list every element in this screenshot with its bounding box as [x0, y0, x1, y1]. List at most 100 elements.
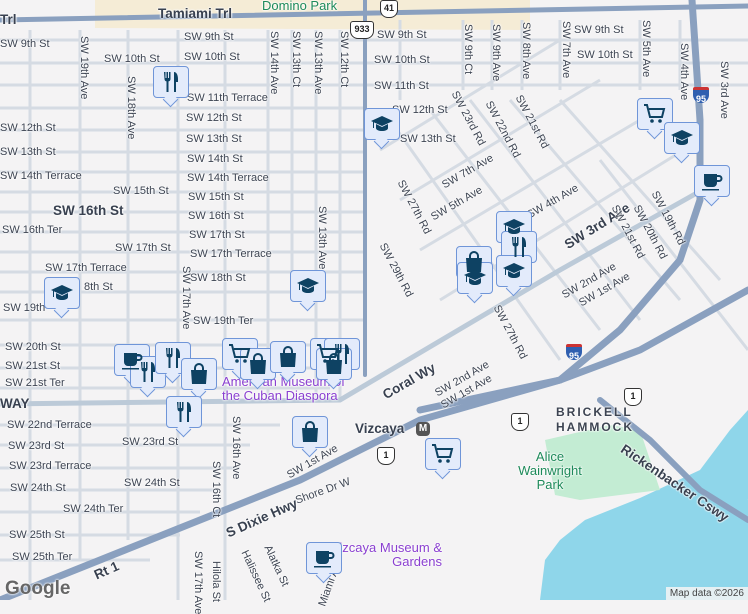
us41-shield-icon: 41	[380, 0, 398, 18]
avenue-label: SW 4th Ave	[678, 43, 690, 101]
cafe-icon	[314, 551, 335, 568]
school-pin[interactable]	[44, 277, 80, 309]
street-label: SW 17th Terrace	[45, 262, 127, 274]
avenue-label: SW 9th Ave	[490, 24, 502, 82]
avenue-label: SW 16th Ave	[230, 416, 242, 480]
shopping-icon	[250, 353, 266, 374]
street-label: SW 12th St	[0, 122, 56, 134]
avenue-label: SW 13th Ave	[316, 206, 328, 270]
vizcaya-station-label[interactable]: Vizcaya	[355, 422, 404, 436]
street-label: SW 13th St	[0, 146, 56, 158]
cart-icon	[432, 444, 454, 463]
tamiami-trl-label: Tamiami Trl	[158, 6, 233, 21]
school-icon	[371, 116, 393, 131]
street-label: SW 19th Ter	[193, 315, 254, 327]
cafe-pin[interactable]	[694, 165, 730, 197]
school-icon	[503, 263, 525, 278]
map-attribution[interactable]: Map data ©2026	[665, 587, 748, 600]
tamiami-trl-label-left: Trl	[0, 12, 17, 27]
street-label: SW 25th Ter	[12, 551, 73, 563]
shopping-icon	[302, 421, 318, 442]
street-label: SW 16th St	[188, 210, 244, 222]
brickell-hammock-label: BRICKELL HAMMOCK	[556, 405, 634, 434]
shopping-icon	[326, 353, 342, 374]
street-label: SW 9th St	[184, 31, 234, 43]
street-label: SW 9th St	[574, 24, 624, 36]
restaurant-pin[interactable]	[166, 396, 202, 428]
restaurant-pin[interactable]	[153, 66, 189, 98]
street-label: SW 13th St	[400, 133, 456, 145]
street-label: SW 10th St	[577, 49, 633, 61]
street-label: SW 14th St	[187, 153, 243, 165]
us1-shield-icon-2: 1	[624, 388, 642, 406]
shopping-pin[interactable]	[181, 358, 217, 390]
street-label: SW 25th St	[9, 529, 65, 541]
shopping-pin[interactable]	[292, 416, 328, 448]
avenue-label: SW 5th Ave	[640, 20, 652, 78]
street-label: SW 12th St	[186, 112, 242, 124]
street-label: SW 19th	[3, 302, 46, 314]
avenue-label: SW 7th Ave	[560, 21, 572, 79]
street-label: SW 9th St	[0, 38, 50, 50]
avenue-label: SW 19th Ave	[78, 36, 90, 100]
restaurant-icon	[141, 362, 155, 382]
us1-shield-icon: 1	[511, 413, 529, 431]
avenue-label: SW 17th Ave	[192, 551, 204, 614]
restaurant-icon	[164, 72, 178, 92]
school-icon	[464, 270, 486, 285]
street-label: SW 21st Ter	[5, 377, 65, 389]
shopping-icon	[191, 363, 207, 384]
cart-icon	[644, 104, 666, 123]
i95-shield-icon: 95	[693, 87, 709, 104]
avenue-label: SW 8th Ave	[520, 22, 532, 80]
street-label: SW 12th St	[392, 104, 448, 116]
metro-station-icon[interactable]: M	[416, 422, 430, 436]
school-pin[interactable]	[290, 270, 326, 302]
street-label: SW 14th Terrace	[0, 170, 82, 182]
domino-park-label[interactable]: Domino Park	[262, 0, 337, 12]
coral-way-left-label: WAY	[0, 396, 30, 411]
street-label: SW 15th St	[188, 191, 244, 203]
street-label: SW 21st St	[5, 360, 61, 372]
school-pin[interactable]	[664, 122, 700, 154]
school-icon	[671, 130, 693, 145]
street-label: SW 10th St	[374, 54, 430, 66]
street-label: SW 11th Terrace	[187, 92, 268, 104]
street-label: SW 23rd St	[8, 440, 65, 452]
school-pin[interactable]	[496, 255, 532, 287]
shopping-pin[interactable]	[270, 341, 306, 373]
school-icon	[297, 278, 319, 293]
restaurant-icon	[177, 402, 191, 422]
sr933-shield-icon: 933	[350, 21, 374, 39]
shopping-icon	[280, 346, 296, 367]
avenue-label: SW 14th Ave	[268, 31, 280, 95]
google-logo: Google	[5, 578, 71, 599]
avenue-label: SW 13th Ct	[290, 31, 302, 88]
restaurant-icon	[166, 348, 180, 368]
alice-wainwright-park-label[interactable]: Alice Wainwright Park	[510, 450, 590, 492]
street-label: SW 11th St	[374, 80, 429, 92]
street-label: SW 18th St	[190, 272, 246, 284]
street-label: SW 20th St	[5, 341, 61, 353]
school-pin[interactable]	[364, 108, 400, 140]
street-label: SW 10th St	[104, 53, 160, 65]
street-label: SW 24th St	[124, 477, 180, 489]
restaurant-icon	[512, 237, 526, 257]
us1-shield-icon-3: 1	[377, 447, 395, 465]
sw-16th-st-label: SW 16th St	[53, 203, 124, 218]
street-label: SW 23rd St	[122, 436, 179, 448]
street-label: SW 9th St	[377, 29, 427, 41]
i95-shield-icon-2: 95	[566, 344, 582, 361]
cafe-pin[interactable]	[306, 542, 342, 574]
school-pin[interactable]	[457, 262, 493, 294]
avenue-label: SW 12th Ct	[338, 31, 350, 88]
street-label: SW 24th St	[10, 482, 66, 494]
avenue-label: SW 18th Ave	[125, 76, 137, 140]
cart-pin[interactable]	[425, 438, 461, 470]
avenue-label: SW 9th Ct	[462, 24, 474, 75]
street-label: SW 17th St	[115, 242, 171, 254]
avenue-label: Hilola St	[210, 561, 222, 602]
avenue-label: SW 3rd Ave	[718, 61, 730, 119]
street-label: SW 13th St	[186, 133, 242, 145]
street-label: SW 10th St	[184, 51, 240, 63]
